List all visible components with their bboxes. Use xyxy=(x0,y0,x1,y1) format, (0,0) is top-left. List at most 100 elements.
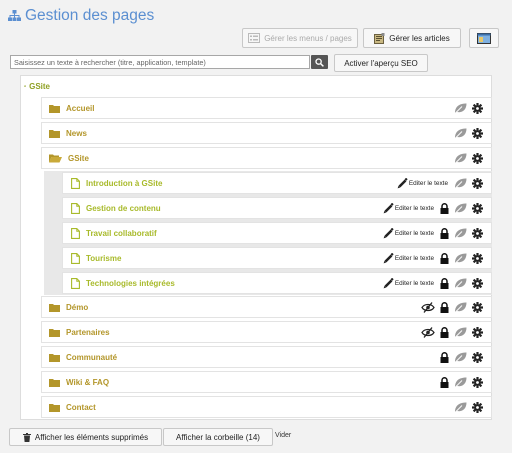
folder-icon[interactable] xyxy=(49,403,60,412)
edit-text-action[interactable]: Editer le texte xyxy=(397,177,449,189)
tree-folder-item[interactable]: Communauté xyxy=(41,346,492,368)
lock-icon[interactable] xyxy=(440,227,449,239)
articles-icon xyxy=(374,32,385,44)
tree-folder-item[interactable]: Accueil xyxy=(41,97,492,119)
tree-page-item[interactable]: Technologies intégrées Editer le texte xyxy=(62,272,492,294)
leaf-icon[interactable] xyxy=(454,377,467,388)
page-icon[interactable] xyxy=(71,277,80,289)
tree-folder-item[interactable]: Contact xyxy=(41,396,492,418)
folder-icon[interactable] xyxy=(49,378,60,387)
tree-page-item[interactable]: Tourisme Editer le texte xyxy=(62,247,492,269)
tree-folder-item[interactable]: Partenaires xyxy=(41,321,492,343)
manage-menus-button[interactable]: Gérer les menus / pages xyxy=(242,28,358,48)
gear-icon[interactable] xyxy=(472,152,483,164)
pencil-icon xyxy=(383,227,394,239)
folder-icon[interactable] xyxy=(49,104,60,113)
leaf-icon[interactable] xyxy=(454,327,467,338)
tree-item-actions: Editer le texte xyxy=(383,273,483,293)
page-icon[interactable] xyxy=(71,202,80,214)
lock-icon[interactable] xyxy=(440,376,449,388)
lock-icon[interactable] xyxy=(440,326,449,338)
gear-icon[interactable] xyxy=(472,376,483,388)
leaf-icon[interactable] xyxy=(454,153,467,164)
leaf-icon[interactable] xyxy=(454,128,467,139)
leaf-icon[interactable] xyxy=(454,203,467,214)
tree-item-label[interactable]: Partenaires xyxy=(66,328,110,337)
gear-icon[interactable] xyxy=(472,301,483,313)
tree-item-actions xyxy=(454,98,483,118)
tree-page-item[interactable]: Gestion de contenu Editer le texte xyxy=(62,197,492,219)
tree-item-actions: Editer le texte xyxy=(383,198,483,218)
tree-item-actions xyxy=(421,297,483,317)
edit-text-action[interactable]: Editer le texte xyxy=(383,202,435,214)
edit-text-action[interactable]: Editer le texte xyxy=(383,277,435,289)
gear-icon[interactable] xyxy=(472,401,483,413)
tree-folder-item[interactable]: GSite xyxy=(41,147,492,169)
manage-articles-button[interactable]: Gérer les articles xyxy=(363,28,461,48)
search-button[interactable] xyxy=(311,55,328,69)
preview-window-button[interactable] xyxy=(469,28,499,48)
lock-icon[interactable] xyxy=(440,301,449,313)
gear-icon[interactable] xyxy=(472,127,483,139)
tree-item-label[interactable]: Travail collaboratif xyxy=(86,229,157,238)
tree-item-label[interactable]: Wiki & FAQ xyxy=(66,378,109,387)
folder-icon[interactable] xyxy=(49,353,60,362)
leaf-icon[interactable] xyxy=(454,178,467,189)
tree-item-label[interactable]: Accueil xyxy=(66,104,94,113)
leaf-icon[interactable] xyxy=(454,302,467,313)
page-icon[interactable] xyxy=(71,177,80,189)
leaf-icon[interactable] xyxy=(454,228,467,239)
gear-icon[interactable] xyxy=(472,102,483,114)
gear-icon[interactable] xyxy=(472,252,483,264)
gear-icon[interactable] xyxy=(472,326,483,338)
leaf-icon[interactable] xyxy=(454,278,467,289)
eye-slash-icon[interactable] xyxy=(421,301,435,313)
lock-icon[interactable] xyxy=(440,277,449,289)
leaf-icon[interactable] xyxy=(454,402,467,413)
edit-text-action[interactable]: Editer le texte xyxy=(383,227,435,239)
tree-item-label[interactable]: Gestion de contenu xyxy=(86,204,161,213)
tree-item-label[interactable]: Introduction à GSite xyxy=(86,179,162,188)
search-input[interactable] xyxy=(10,55,310,69)
manage-menus-label: Gérer les menus / pages xyxy=(264,33,352,43)
seo-preview-button[interactable]: Activer l'aperçu SEO xyxy=(334,54,428,72)
leaf-icon[interactable] xyxy=(454,103,467,114)
leaf-icon[interactable] xyxy=(454,253,467,264)
lock-icon[interactable] xyxy=(440,252,449,264)
tree-item-actions xyxy=(421,322,483,342)
tree-item-label[interactable]: Démo xyxy=(66,303,88,312)
tree-page-item[interactable]: Travail collaboratif Editer le texte xyxy=(62,222,492,244)
tree-item-label[interactable]: Communauté xyxy=(66,353,117,362)
folder-icon[interactable] xyxy=(49,129,60,138)
tree-page-item[interactable]: Introduction à GSite Editer le texte xyxy=(62,172,492,194)
tree-folder-item[interactable]: News xyxy=(41,122,492,144)
gear-icon[interactable] xyxy=(472,227,483,239)
tree-item-label[interactable]: News xyxy=(66,129,87,138)
page-icon[interactable] xyxy=(71,227,80,239)
tree-folder-item[interactable]: Démo xyxy=(41,296,492,318)
leaf-icon[interactable] xyxy=(454,352,467,363)
edit-text-action[interactable]: Editer le texte xyxy=(383,252,435,264)
show-deleted-button[interactable]: Afficher les éléments supprimés xyxy=(9,428,162,446)
tree-item-actions xyxy=(454,123,483,143)
tree-item-label[interactable]: Tourisme xyxy=(86,254,121,263)
gear-icon[interactable] xyxy=(472,277,483,289)
tree-root[interactable]: GSite xyxy=(20,75,50,97)
lock-icon[interactable] xyxy=(440,202,449,214)
tree-item-actions xyxy=(440,347,483,367)
page-icon[interactable] xyxy=(71,252,80,264)
folder-icon[interactable] xyxy=(49,303,60,312)
folder-open-icon[interactable] xyxy=(49,154,62,163)
folder-icon[interactable] xyxy=(49,328,60,337)
tree-folder-item[interactable]: Wiki & FAQ xyxy=(41,371,492,393)
lock-icon[interactable] xyxy=(440,351,449,363)
tree-item-label[interactable]: Technologies intégrées xyxy=(86,279,175,288)
gear-icon[interactable] xyxy=(472,177,483,189)
eye-slash-icon[interactable] xyxy=(421,326,435,338)
tree-item-label[interactable]: Contact xyxy=(66,403,96,412)
gear-icon[interactable] xyxy=(472,351,483,363)
gear-icon[interactable] xyxy=(472,202,483,214)
show-trash-button[interactable]: Afficher la corbeille (14) xyxy=(163,428,273,446)
empty-trash-link[interactable]: Vider xyxy=(275,432,291,439)
tree-item-label[interactable]: GSite xyxy=(68,154,89,163)
